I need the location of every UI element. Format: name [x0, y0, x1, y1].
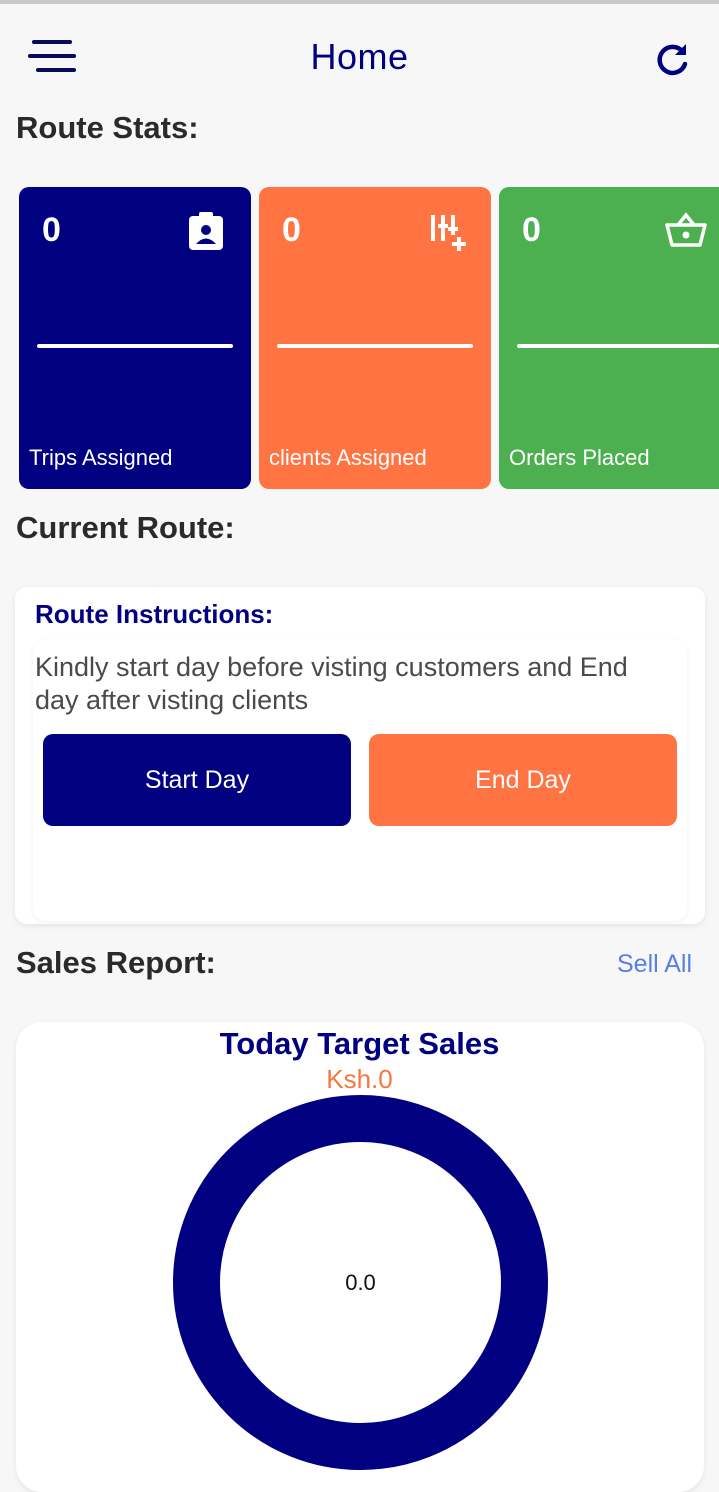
stat-label: Trips Assigned — [29, 445, 173, 470]
stat-card-clients[interactable]: 0 clients Assigned — [259, 187, 491, 489]
stat-label: clients Assigned — [269, 445, 427, 470]
stat-card-trips[interactable]: 0 Trips Assigned — [19, 187, 251, 489]
donut-center-value: 0.0 — [345, 1269, 376, 1295]
stat-value: 0 — [42, 211, 61, 249]
refresh-icon[interactable] — [650, 38, 694, 82]
current-route-heading: Current Route: — [16, 510, 235, 545]
clipboard-user-icon — [186, 211, 226, 251]
stat-value: 0 — [282, 211, 301, 249]
app-bar: Home — [0, 4, 719, 104]
route-card: Route Instructions: Kindly start day bef… — [15, 587, 705, 924]
target-sales-value: Ksh.0 — [326, 1064, 393, 1094]
stat-divider — [37, 344, 233, 348]
route-instructions-text: Kindly start day before visting customer… — [35, 652, 628, 715]
stat-card-orders[interactable]: 0 Orders Placed — [499, 187, 719, 489]
stat-divider — [277, 344, 473, 348]
route-instructions-panel: Kindly start day before visting customer… — [33, 639, 687, 921]
page-title: Home — [310, 36, 409, 77]
route-instructions-title: Route Instructions: — [35, 599, 274, 629]
route-stats-heading: Route Stats: — [16, 110, 199, 145]
sales-report-heading: Sales Report: — [16, 945, 216, 980]
basket-icon — [664, 211, 707, 251]
stat-label: Orders Placed — [509, 445, 650, 470]
list-add-icon — [427, 211, 467, 251]
end-day-button[interactable]: End Day — [369, 734, 677, 826]
stat-value: 0 — [522, 211, 541, 249]
stat-divider — [517, 344, 719, 348]
sell-all-link[interactable]: Sell All — [617, 950, 692, 979]
start-day-button[interactable]: Start Day — [43, 734, 351, 826]
target-sales-title: Today Target Sales — [219, 1026, 500, 1061]
